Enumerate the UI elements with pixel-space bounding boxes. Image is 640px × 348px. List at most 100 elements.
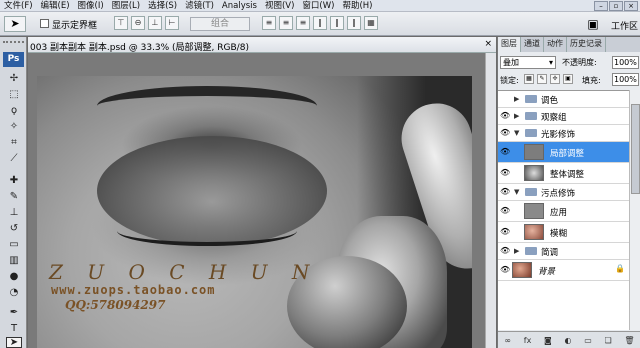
expand-arrow-icon[interactable]: ▶ <box>514 94 522 104</box>
layer-row-selected[interactable]: 👁 局部调整 <box>498 142 629 163</box>
tab-channels[interactable]: 通道 <box>521 37 544 52</box>
distribute-top-icon[interactable]: ≡ <box>262 16 276 30</box>
move-tool-preset-icon[interactable]: ➤ <box>4 16 26 32</box>
fill-field[interactable]: 100% <box>612 73 639 86</box>
scroll-thumb[interactable] <box>631 104 640 194</box>
eye-icon[interactable]: 👁 <box>500 265 510 275</box>
collapse-arrow-icon[interactable]: ▼ <box>514 187 522 197</box>
document-tab[interactable]: 003 副本副本 副本.psd @ 33.3% (局部调整, RGB/8) × <box>28 37 496 53</box>
menu-file[interactable]: 文件(F) <box>0 0 37 12</box>
combine-button[interactable]: 组合 <box>190 17 250 31</box>
slice-tool-icon[interactable]: ⟋ <box>6 151 22 166</box>
type-tool-icon[interactable]: T <box>6 321 22 336</box>
expand-arrow-icon[interactable]: ▶ <box>514 111 522 121</box>
menu-help[interactable]: 帮助(H) <box>338 0 376 12</box>
eye-icon[interactable]: 👁 <box>500 206 510 216</box>
magic-wand-tool-icon[interactable]: ✧ <box>6 119 22 134</box>
eye-icon[interactable]: 👁 <box>500 147 510 157</box>
distribute-right-icon[interactable]: ‖ <box>347 16 361 30</box>
canvas-image[interactable]: Z U O C H U N www.zuops.taobao.com QQ:57… <box>37 76 472 348</box>
align-top-icon[interactable]: ⊤ <box>114 16 128 30</box>
layer-style-icon[interactable]: fx <box>524 336 532 345</box>
layer-row[interactable]: 👁 整体调整 <box>498 163 629 184</box>
menu-image[interactable]: 图像(I) <box>74 0 108 12</box>
trash-icon[interactable]: 🗑 <box>624 336 634 345</box>
layer-row[interactable]: 👁 ▼ 光影修饰 <box>498 125 629 142</box>
close-icon[interactable]: × <box>624 1 638 11</box>
lock-all-icon[interactable]: ▣ <box>563 74 573 84</box>
eye-icon[interactable]: 👁 <box>500 246 510 256</box>
align-vcenter-icon[interactable]: ⊖ <box>131 16 145 30</box>
eye-icon[interactable]: 👁 <box>500 168 510 178</box>
align-bottom-icon[interactable]: ⊥ <box>148 16 162 30</box>
panel-tabs: 图层 通道 动作 历史记录 <box>498 37 640 52</box>
brush-tool-icon[interactable]: ✎ <box>6 189 22 204</box>
layer-row[interactable]: 👁 模糊 <box>498 222 629 243</box>
tab-actions[interactable]: 动作 <box>544 37 567 52</box>
visibility-toggle-empty[interactable] <box>500 94 510 104</box>
restore-icon[interactable]: ▫ <box>609 1 623 11</box>
new-group-icon[interactable]: ▭ <box>584 336 592 345</box>
menu-view[interactable]: 视图(V) <box>261 0 298 12</box>
canvas-scrollbar[interactable] <box>485 53 496 348</box>
show-bounds-checkbox[interactable] <box>40 19 49 28</box>
menu-layer[interactable]: 图层(L) <box>108 0 144 12</box>
eye-icon[interactable]: 👁 <box>500 111 510 121</box>
blend-mode-select[interactable]: 叠加 ▾ <box>500 56 556 69</box>
collapse-arrow-icon[interactable]: ▼ <box>514 128 522 138</box>
opacity-field[interactable]: 100% <box>612 56 639 69</box>
layer-row[interactable]: 👁 背景 🔒 <box>498 260 629 281</box>
adjustment-layer-icon[interactable]: ◐ <box>565 336 572 345</box>
eye-icon[interactable]: 👁 <box>500 128 510 138</box>
panel-footer: ∞ fx ◙ ◐ ▭ ❏ 🗑 <box>498 331 640 348</box>
layer-row[interactable]: 👁 应用 <box>498 201 629 222</box>
menu-window[interactable]: 窗口(W) <box>298 0 338 12</box>
add-mask-icon[interactable]: ◙ <box>544 336 552 345</box>
distribute-left-icon[interactable]: ‖ <box>313 16 327 30</box>
eye-icon[interactable]: 👁 <box>500 187 510 197</box>
distribute-vcenter-icon[interactable]: ≡ <box>279 16 293 30</box>
auto-align-icon[interactable]: ▦ <box>364 16 378 30</box>
document-close-icon[interactable]: × <box>484 39 492 49</box>
path-selection-tool-icon[interactable]: ➤ <box>6 337 22 348</box>
crop-tool-icon[interactable]: ⌗ <box>6 135 22 150</box>
lock-position-icon[interactable]: ✢ <box>550 74 560 84</box>
distribute-bottom-icon[interactable]: ≡ <box>296 16 310 30</box>
lock-transparency-icon[interactable]: ▦ <box>524 74 534 84</box>
history-brush-icon[interactable]: ↺ <box>6 221 22 236</box>
eraser-tool-icon[interactable]: ▭ <box>6 237 22 252</box>
eye-icon[interactable]: 👁 <box>500 227 510 237</box>
menu-select[interactable]: 选择(S) <box>144 0 181 12</box>
marquee-tool-icon[interactable]: ⬚ <box>6 87 22 102</box>
layer-row[interactable]: 👁 ▶ 简调 <box>498 243 629 260</box>
dodge-tool-icon[interactable]: ◔ <box>6 285 22 300</box>
link-layers-icon[interactable]: ∞ <box>504 336 511 345</box>
distribute-hcenter-icon[interactable]: ‖ <box>330 16 344 30</box>
minimize-icon[interactable]: – <box>594 1 608 11</box>
menu-filter[interactable]: 滤镜(T) <box>181 0 218 12</box>
gradient-tool-icon[interactable]: ▥ <box>6 253 22 268</box>
workspace-label[interactable]: 工作区 <box>611 19 638 32</box>
lasso-tool-icon[interactable]: ϙ <box>6 103 22 118</box>
lock-image-icon[interactable]: ✎ <box>537 74 547 84</box>
healing-brush-icon[interactable]: ✚ <box>6 173 22 188</box>
menu-analysis[interactable]: Analysis <box>218 0 261 12</box>
layer-row[interactable]: 👁 ▶ 观察组 <box>498 108 629 125</box>
tab-history[interactable]: 历史记录 <box>567 37 606 52</box>
layers-scrollbar[interactable] <box>629 90 640 330</box>
pen-tool-icon[interactable]: ✒ <box>6 305 22 320</box>
blur-tool-icon[interactable]: ● <box>6 269 22 284</box>
clone-stamp-icon[interactable]: ⊥ <box>6 205 22 220</box>
move-tool-icon[interactable]: ✢ <box>6 71 22 86</box>
lock-icon: 🔒 <box>615 264 625 273</box>
menu-edit[interactable]: 编辑(E) <box>37 0 74 12</box>
layer-row[interactable]: 👁 ▼ 污点修饰 <box>498 184 629 201</box>
expand-arrow-icon[interactable]: ▶ <box>514 246 522 256</box>
layer-row[interactable]: ▶ 调色 <box>498 91 629 108</box>
panel-grip[interactable] <box>3 41 24 47</box>
watermark-url: www.zuops.taobao.com <box>51 283 216 297</box>
tab-layers[interactable]: 图层 <box>498 37 521 52</box>
align-left-icon[interactable]: ⊢ <box>165 16 179 30</box>
workspace-icon[interactable]: ▣ <box>584 16 602 32</box>
new-layer-icon[interactable]: ❏ <box>605 336 612 345</box>
